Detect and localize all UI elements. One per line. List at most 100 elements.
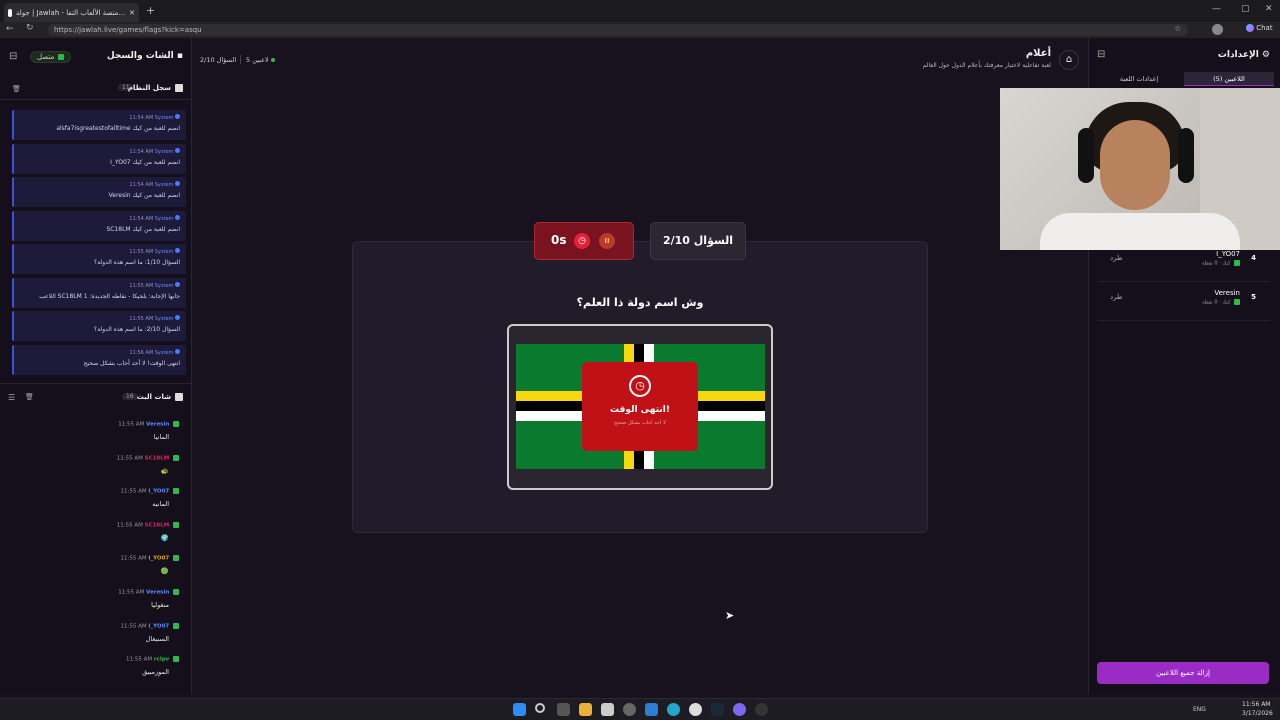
chat-text: السنيغال: [145, 634, 169, 643]
timer-box: 0s ◷ II: [534, 222, 634, 260]
online-dot-icon: [270, 58, 275, 62]
log-text: Veresin انضم للعبة من كيك: [108, 192, 180, 199]
steam-icon[interactable]: [711, 703, 724, 716]
chat-message: 11:55 AM SC18LM 🌍: [9, 521, 179, 552]
chat-meta: 11:55 AM Veresin: [118, 589, 179, 596]
tray-language[interactable]: ENG: [1193, 706, 1206, 713]
chat-message: 11:55 AM Veresin المانيا: [9, 421, 179, 451]
live-chat-title: شات البث: [136, 393, 171, 401]
chat-text: 🟢: [160, 567, 169, 576]
kick-icon: [58, 54, 65, 60]
file-explorer-icon[interactable]: [579, 703, 592, 716]
tab-players[interactable]: اللاعبين (5): [1184, 72, 1274, 86]
chat-meta: 11:55 AM I_YO07: [120, 622, 179, 629]
discord-icon[interactable]: [733, 703, 746, 716]
delete-log-icon[interactable]: 🗑: [12, 85, 21, 93]
kick-player-button[interactable]: طرد: [1110, 293, 1123, 301]
webcam-headphones: [1178, 128, 1194, 183]
new-tab-button[interactable]: +: [146, 4, 155, 17]
chat-text: المانيه: [152, 500, 169, 509]
player-rank: 5: [1251, 293, 1256, 301]
question-text: وش اسم دولة ذا العلم؟: [576, 296, 704, 309]
tray-time[interactable]: 11:56 AM: [1242, 701, 1270, 708]
minimize-icon[interactable]: —: [1212, 4, 1221, 14]
kick-player-button[interactable]: طرد: [1110, 254, 1123, 262]
mail-app-icon[interactable]: [645, 703, 658, 716]
chat-text: 🌍: [160, 533, 169, 542]
player-row: 5 Veresin كيك · 0 نقطة طرد: [1098, 289, 1270, 321]
player-meta: كيك · 0 نقطة: [1202, 260, 1240, 267]
chat-text: المانيا: [153, 433, 169, 441]
chat-icon: ▪: [176, 51, 183, 61]
log-text: alsfa7isgreatestofalltime انضم للعبة من …: [56, 125, 180, 132]
kick-badge-icon: [1234, 299, 1240, 305]
settings-app-icon[interactable]: [623, 703, 636, 716]
log-text: السؤال 2/10: ما اسم هذه الدولة؟: [94, 326, 180, 333]
url-field[interactable]: https://jawlah.live/games/flags?kick=asq…: [48, 24, 1188, 36]
log-entry: 11:54 AM System Veresin انضم للعبة من كي…: [12, 177, 186, 207]
log-text: اللاعب SC18LM جابها الإجابة: بلجيكا - نق…: [39, 292, 180, 300]
chat-button[interactable]: Chat: [1246, 24, 1273, 32]
log-meta: 11:54 AM System: [129, 181, 180, 188]
chat-meta: 11:55 AM I_YO07: [120, 555, 179, 562]
timer-value: 0s: [551, 233, 567, 247]
players-count-header: 5 لاعبين: [246, 56, 275, 64]
chat-meta: 11:55 AM I_YO07: [120, 488, 179, 495]
connection-status: متصل: [30, 51, 72, 63]
chat-message: 11:55 AM I_YO07 🟢: [9, 555, 179, 585]
browser-tab-bar: جولة | Jawlah - منصة الألعاب التفا... ✕ …: [0, 0, 1280, 22]
system-badge-icon: [175, 181, 180, 186]
log-meta: 11:55 AM System: [129, 315, 180, 322]
notes-app-icon[interactable]: [601, 703, 614, 716]
webcam-person-face: [1100, 120, 1170, 210]
panel-divider: [0, 383, 192, 384]
task-view-icon[interactable]: [557, 703, 570, 716]
tab-game-settings[interactable]: إعدادات اللعبة: [1095, 72, 1183, 86]
kick-badge-icon: [173, 622, 179, 629]
chat-meta: 11:55 AM SC18LM: [117, 454, 179, 461]
system-badge-icon: [175, 214, 180, 220]
favicon-icon: [8, 8, 12, 17]
search-icon[interactable]: [535, 703, 545, 713]
collapse-right-panel-icon[interactable]: ⊟: [1097, 49, 1105, 60]
system-badge-icon: [175, 114, 180, 119]
reload-icon[interactable]: ↻: [26, 23, 34, 33]
tray-date[interactable]: 3/17/2026: [1242, 710, 1273, 717]
close-tab-icon[interactable]: ✕: [129, 9, 135, 17]
profile-avatar[interactable]: [1212, 24, 1223, 35]
delete-chat-icon[interactable]: 🗑: [25, 393, 34, 401]
log-entry: 11:56 AM System انتهى الوقت! لا أحد أجاب…: [12, 344, 186, 375]
log-text: I_YO07 انضم للعبة من كيك: [110, 158, 180, 166]
pause-button[interactable]: II: [599, 233, 615, 249]
log-entry: 11:54 AM System SC18LM انضم للعبة من كيك: [12, 210, 186, 241]
player-name: I_YO07: [1216, 250, 1240, 258]
kick-badge-icon: [173, 488, 179, 495]
system-badge-icon: [175, 315, 180, 320]
list-icon[interactable]: ☰: [8, 393, 15, 402]
kick-badge-icon: [173, 555, 179, 562]
timeout-title: انتهى الوقت!: [610, 405, 670, 415]
back-icon[interactable]: ←: [6, 24, 14, 34]
chrome-icon[interactable]: [689, 703, 702, 716]
alarm-icon: ◷: [574, 233, 590, 249]
mouse-cursor-icon: ➤: [725, 609, 735, 622]
clear-all-players-button[interactable]: إزالة جميع اللاعبين: [1097, 662, 1269, 684]
webcam-person-shirt: [1040, 213, 1240, 250]
player-meta: كيك · 0 نقطة: [1202, 299, 1240, 306]
home-button[interactable]: ⌂: [1059, 50, 1079, 70]
star-icon[interactable]: ☆: [1174, 24, 1181, 33]
close-window-icon[interactable]: ✕: [1265, 4, 1273, 14]
obs-icon[interactable]: [755, 703, 768, 716]
maximize-icon[interactable]: ▢: [1241, 4, 1250, 14]
chat-message: 11:55 AM I_YO07 السنيغال: [9, 622, 179, 653]
log-text: السؤال 1/10: ما اسم هذه الدولة؟: [94, 259, 180, 266]
log-entry: 11:55 AM System اللاعب SC18LM جابها الإج…: [12, 277, 186, 308]
log-text: انتهى الوقت! لا أحد أجاب بشكل صحيح: [83, 359, 180, 367]
panel-divider: [0, 99, 192, 100]
edge-browser-icon[interactable]: [667, 703, 680, 716]
windows-start-icon[interactable]: [513, 703, 526, 716]
system-badge-icon: [175, 281, 180, 287]
collapse-panel-icon[interactable]: ⊟: [9, 51, 17, 62]
browser-tab[interactable]: جولة | Jawlah - منصة الألعاب التفا... ✕: [4, 3, 139, 22]
kick-badge-icon: [173, 589, 179, 595]
